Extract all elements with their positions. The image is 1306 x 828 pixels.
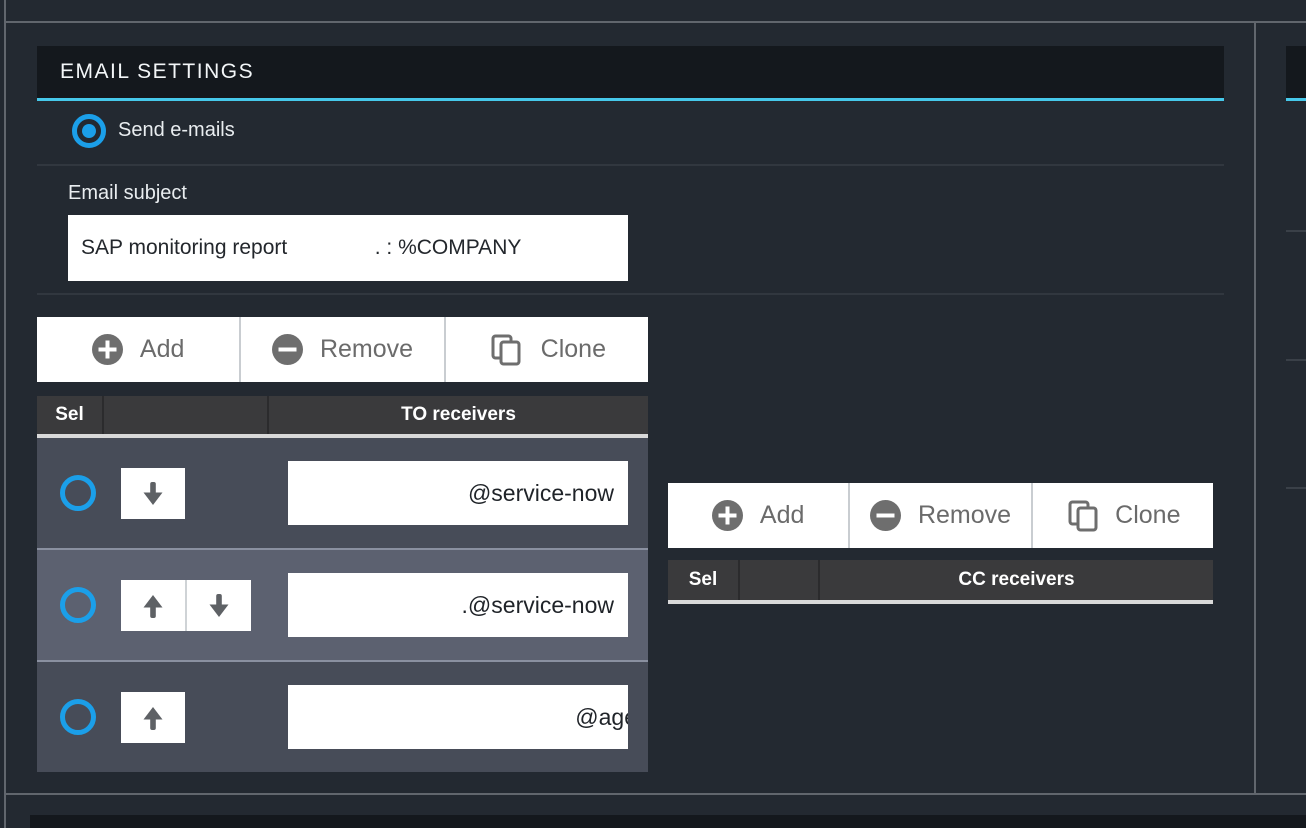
right-panel-separator [1286, 359, 1306, 361]
panel-accent-underline [37, 98, 1224, 101]
reorder-buttons [121, 580, 251, 631]
reorder-column-header [104, 396, 269, 434]
to-receiver-value: @age [288, 685, 628, 749]
right-panel-separator [1286, 230, 1306, 232]
clone-icon [1065, 498, 1101, 534]
email-settings-page: EMAIL SETTINGS Send e-mails Email subjec… [0, 0, 1306, 828]
clone-button-label: Clone [1115, 501, 1180, 530]
add-icon [92, 334, 123, 365]
remove-icon [272, 334, 303, 365]
email-subject-label: Email subject [68, 182, 187, 205]
remove-button[interactable]: Remove [239, 317, 443, 382]
remove-button-label: Remove [918, 501, 1011, 530]
right-panel-accent-fragment [1286, 98, 1306, 101]
cc-receivers-column-header: CC receivers [820, 560, 1213, 600]
clone-button-label: Clone [541, 335, 606, 364]
section-separator [37, 164, 1224, 166]
clone-button[interactable]: Clone [444, 317, 648, 382]
send-emails-label: Send e-mails [118, 119, 235, 142]
move-down-icon [204, 591, 234, 621]
reorder-column-header [740, 560, 820, 600]
top-frame-line [4, 21, 1306, 23]
section-separator [37, 293, 1224, 295]
move-down-button[interactable] [121, 468, 185, 519]
to-receiver-input[interactable]: .@service-now [288, 573, 628, 637]
to-receivers-rows: @service-now .@service-now [37, 438, 648, 772]
sel-column-header: Sel [668, 560, 740, 600]
move-down-button[interactable] [187, 580, 251, 631]
cc-receivers-table-header: Sel CC receivers [668, 560, 1213, 604]
to-receiver-input[interactable]: @age [288, 685, 628, 749]
row-select-radio[interactable] [60, 475, 96, 511]
move-down-icon [138, 479, 168, 509]
add-button-label: Add [760, 501, 804, 530]
right-panel-divider [1254, 23, 1256, 793]
remove-button-label: Remove [320, 335, 413, 364]
panel-title: EMAIL SETTINGS [60, 60, 254, 84]
row-select-radio[interactable] [60, 699, 96, 735]
left-frame-line [4, 0, 6, 828]
add-button-label: Add [140, 335, 184, 364]
add-icon [712, 500, 743, 531]
remove-button[interactable]: Remove [848, 483, 1030, 548]
to-receivers-table-header: Sel TO receivers [37, 396, 648, 438]
move-up-icon [138, 703, 168, 733]
to-receiver-row: @age [37, 662, 648, 772]
to-receivers-column-header: TO receivers [269, 396, 648, 434]
panel-title-bar: EMAIL SETTINGS [37, 46, 1224, 98]
move-up-icon [138, 591, 168, 621]
move-up-button[interactable] [121, 692, 185, 743]
to-receiver-value: @service-now [288, 461, 628, 525]
add-button[interactable]: Add [668, 483, 848, 548]
to-receiver-value: .@service-now [288, 573, 628, 637]
bottom-frame-line [4, 793, 1306, 795]
row-select-radio[interactable] [60, 587, 96, 623]
to-receiver-row: .@service-now [37, 550, 648, 660]
add-button[interactable]: Add [37, 317, 239, 382]
move-up-button[interactable] [121, 580, 185, 631]
clone-button[interactable]: Clone [1031, 483, 1213, 548]
cc-receivers-toolbar: Add Remove Clone [668, 483, 1213, 548]
bottom-panel-title-bar-fragment [30, 815, 1306, 828]
to-receiver-input[interactable]: @service-now [288, 461, 628, 525]
right-panel-separator [1286, 487, 1306, 489]
to-receivers-toolbar: Add Remove Clone [37, 317, 648, 382]
email-subject-input[interactable]: SAP monitoring report . : %COMPANY [68, 215, 628, 281]
to-receiver-row: @service-now [37, 438, 648, 548]
sel-column-header: Sel [37, 396, 104, 434]
remove-icon [870, 500, 901, 531]
send-emails-radio[interactable] [72, 114, 106, 148]
right-panel-title-bar-fragment [1286, 46, 1306, 98]
radio-selected-dot [82, 124, 96, 138]
clone-icon [488, 332, 524, 368]
